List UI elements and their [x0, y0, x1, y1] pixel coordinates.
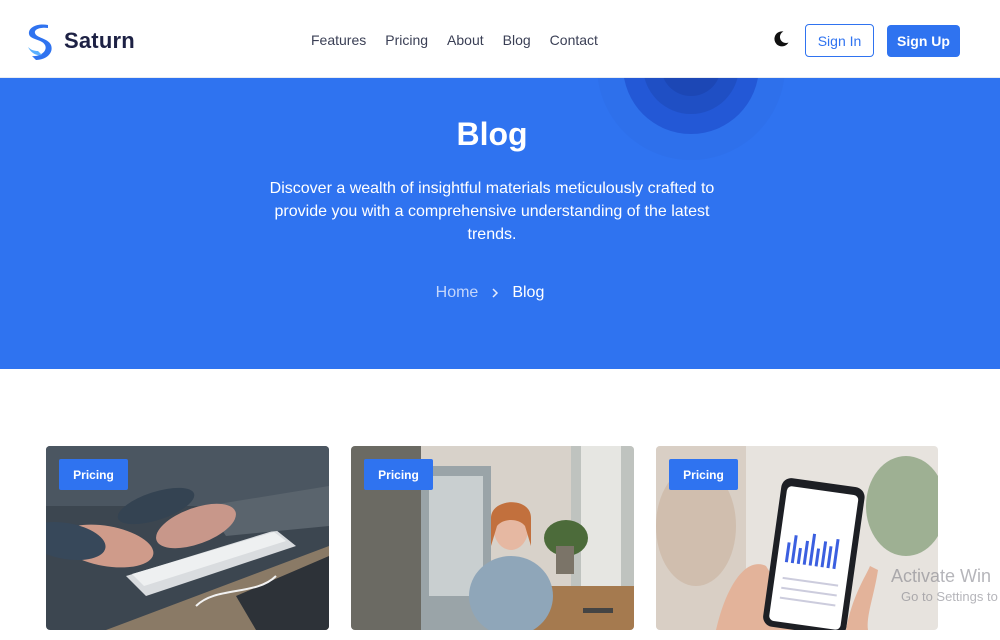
page-description: Discover a wealth of insightful material… [269, 180, 715, 243]
breadcrumb-current: Blog [512, 284, 545, 301]
category-tag[interactable]: Pricing [364, 459, 433, 490]
sign-up-button[interactable]: Sign Up [887, 25, 960, 57]
moon-icon[interactable] [772, 30, 790, 48]
logo-text: Saturn [64, 28, 135, 53]
nav-link-about[interactable]: About [447, 32, 484, 48]
breadcrumb-home-link[interactable]: Home [436, 284, 479, 302]
nav-link-blog[interactable]: Blog [503, 32, 531, 48]
blog-post-grid: Pricing Pricing Pricing [46, 446, 938, 630]
logo[interactable]: Saturn [24, 22, 135, 60]
nav-link-pricing[interactable]: Pricing [385, 32, 428, 48]
hero-banner: Blog Discover a wealth of insightful mat… [0, 78, 1000, 369]
saturn-logo-icon [28, 24, 52, 60]
sign-in-button[interactable]: Sign In [805, 24, 874, 57]
category-tag[interactable]: Pricing [59, 459, 128, 490]
nav-link-contact[interactable]: Contact [550, 32, 598, 48]
breadcrumb: Home Blog [0, 284, 980, 302]
blog-card[interactable]: Pricing [46, 446, 329, 630]
blog-card[interactable]: Pricing [656, 446, 938, 630]
category-tag[interactable]: Pricing [669, 459, 738, 490]
blog-card[interactable]: Pricing [351, 446, 634, 630]
main-nav: Features Pricing About Blog Contact [311, 32, 617, 48]
site-header: Saturn Features Pricing About Blog Conta… [0, 0, 1000, 78]
page-title: Blog [456, 116, 528, 152]
nav-link-features[interactable]: Features [311, 32, 366, 48]
chevron-right-icon [492, 288, 499, 298]
